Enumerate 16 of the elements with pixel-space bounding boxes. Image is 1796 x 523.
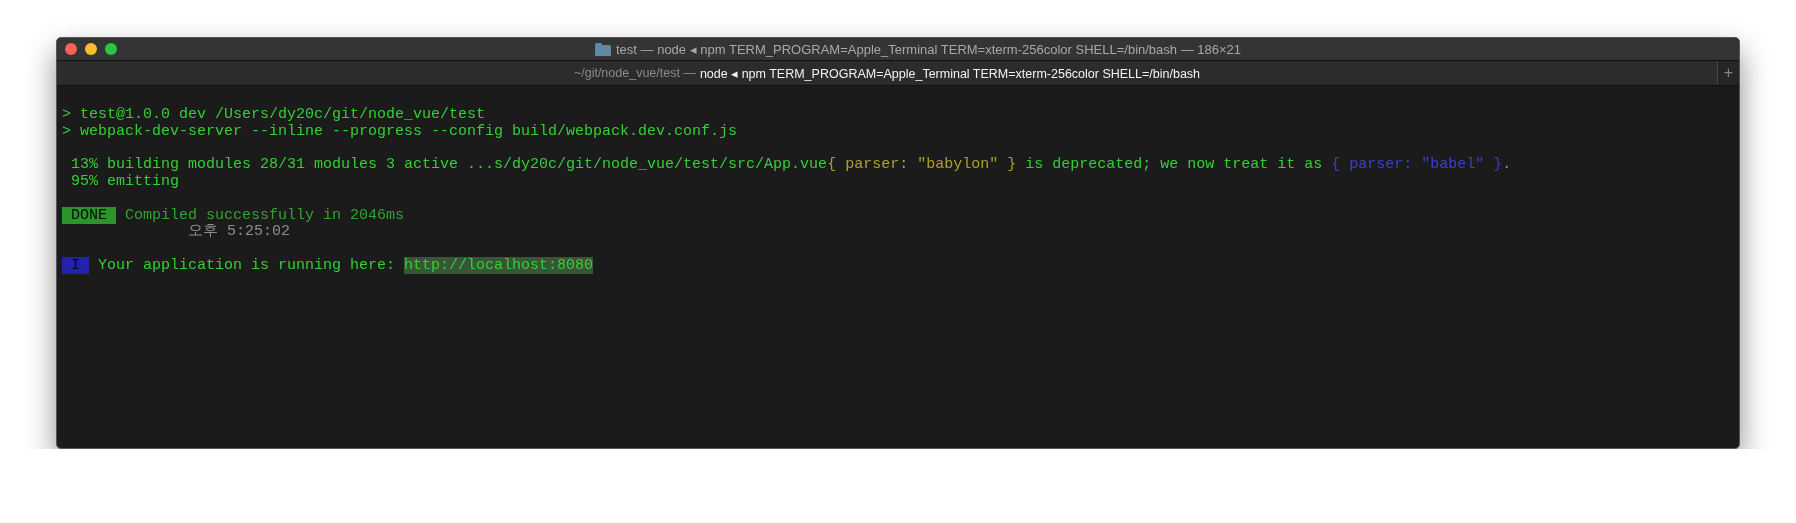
status-badge: DONE xyxy=(62,206,116,224)
minimize-button[interactable] xyxy=(85,43,97,55)
zoom-button[interactable] xyxy=(105,43,117,55)
close-button[interactable] xyxy=(65,43,77,55)
folder-icon xyxy=(595,42,611,56)
output-text: > test@1.0.0 dev /Users/dy20c/git/node_vue/test xyxy=(62,105,486,123)
status-badge: I xyxy=(62,256,89,274)
output-text: Your application is running here: xyxy=(97,256,397,274)
output-text: 95% emitting xyxy=(70,173,180,190)
output-text: > webpack-dev-server --inline --progress --config build/webpack.dev.conf.js xyxy=(62,122,738,140)
window-title: test — node ◂ npm TERM_PROGRAM=Apple_Terminal TERM=xterm-256color SHELL=/bin/bash — 186×21 xyxy=(616,41,1241,57)
output-text: 13% building modules 28/31 modules 3 active ...s/dy20c/git/node_vue/test/src/App.vue{ parser: "babylon" } is deprecated; we now treat it as { parser: "babel" }. xyxy=(70,156,1512,174)
url-link[interactable]: http://localhost:8080 xyxy=(404,256,594,274)
terminal-tab[interactable]: ~/git/node_vue/test — node ◂ npm TERM_PROGRAM=Apple_Terminal TERM=xterm-256color SHELL=/bin/bash xyxy=(57,61,1717,85)
output-text: Compiled successfully in 2046ms xyxy=(124,206,405,224)
output-text: 오후 5:25:02 xyxy=(187,223,291,241)
